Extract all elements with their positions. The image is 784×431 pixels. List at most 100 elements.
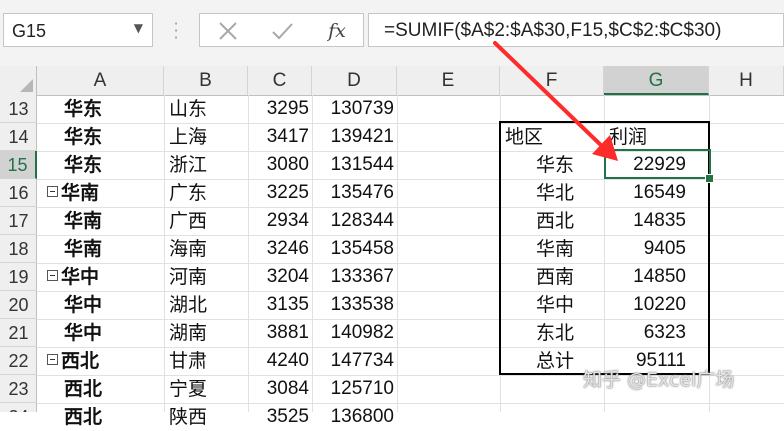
summary-profit-cell[interactable]: 10220 [606,291,686,319]
drag-handle-icon[interactable]: · · · [171,16,181,46]
summary-profit-cell[interactable]: 14835 [606,207,686,235]
cell-d13[interactable]: 130739 [314,95,394,123]
column-header-a[interactable]: A [37,66,164,95]
cell-a17[interactable]: 华南 [64,207,162,235]
summary-region-cell[interactable]: 西南 [500,263,574,291]
row-header-22[interactable]: 22 [0,347,37,375]
summary-region-cell[interactable]: 华北 [500,179,574,207]
cell-d20[interactable]: 133538 [314,291,394,319]
summary-profit-cell[interactable]: 9405 [606,235,686,263]
cell-d21[interactable]: 140982 [314,319,394,347]
cell-a20[interactable]: 华中 [64,291,162,319]
row-header-16[interactable]: 16 [0,179,37,207]
cell-c17[interactable]: 2934 [250,207,309,235]
cell-a23[interactable]: 西北 [64,375,162,403]
cell-c15[interactable]: 3080 [250,151,309,179]
cell-c24[interactable]: 3525 [250,403,309,431]
row-header-24[interactable]: 24 [0,403,37,412]
cell-c20[interactable]: 3135 [250,291,309,319]
cell-c19[interactable]: 3204 [250,263,309,291]
cell-b16[interactable]: 广东 [169,179,247,207]
cell-a19[interactable]: 华中 [61,263,161,291]
cancel-button[interactable] [208,16,248,46]
summary-region-cell[interactable]: 东北 [500,319,574,347]
cell-b19[interactable]: 河南 [169,263,247,291]
cell-c22[interactable]: 4240 [250,347,309,375]
column-header-d[interactable]: D [312,66,397,95]
cell-c13[interactable]: 3295 [250,95,309,123]
cell-a22[interactable]: 西北 [61,347,161,375]
name-box-value[interactable]: G15 [12,21,46,42]
cell-a13[interactable]: 华东 [64,95,162,123]
column-header-g[interactable]: G [604,66,709,95]
cell-b20[interactable]: 湖北 [169,291,247,319]
summary-region-cell[interactable]: 西北 [500,207,574,235]
row-header-column: 13 14 15 16 17 18 19 20 21 22 23 24 [0,95,37,412]
select-all-button[interactable] [0,66,37,95]
row-header-17[interactable]: 17 [0,207,37,235]
cell-b24[interactable]: 陕西 [169,403,247,431]
summary-profit-cell[interactable]: 14850 [606,263,686,291]
cell-c23[interactable]: 3084 [250,375,309,403]
cell-d14[interactable]: 139421 [314,123,394,151]
cell-b17[interactable]: 广西 [169,207,247,235]
row-header-18[interactable]: 18 [0,235,37,263]
row-header-15[interactable]: 15 [0,151,37,179]
fill-handle[interactable] [705,174,714,183]
cell-d17[interactable]: 128344 [314,207,394,235]
cell-c16[interactable]: 3225 [250,179,309,207]
row-header-23[interactable]: 23 [0,375,37,403]
column-header-h[interactable]: H [709,66,784,95]
column-header-e[interactable]: E [397,66,500,95]
column-header-b[interactable]: B [164,66,248,95]
row-header-20[interactable]: 20 [0,291,37,319]
cell-d19[interactable]: 133367 [314,263,394,291]
cell-d23[interactable]: 125710 [314,375,394,403]
row-header-13[interactable]: 13 [0,95,37,123]
row-header-19[interactable]: 19 [0,263,37,291]
row-header-21[interactable]: 21 [0,319,37,347]
row-header-14[interactable]: 14 [0,123,37,151]
formula-text[interactable]: =SUMIF($A$2:$A$30,F15,$C$2:$C$30) [384,20,721,42]
enter-button[interactable] [262,16,302,46]
summary-header-profit[interactable]: 利润 [609,123,707,151]
cell-b18[interactable]: 海南 [169,235,247,263]
cell-b22[interactable]: 甘肃 [169,347,247,375]
cell-c14[interactable]: 3417 [250,123,309,151]
column-header-c[interactable]: C [248,66,312,95]
cell-a24[interactable]: 西北 [64,403,162,431]
insert-function-button[interactable]: fx [317,16,357,46]
cell-b15[interactable]: 浙江 [169,151,247,179]
cell-c21[interactable]: 3881 [250,319,309,347]
collapse-group-icon[interactable] [47,270,58,281]
cell-b14[interactable]: 上海 [169,123,247,151]
cell-a16[interactable]: 华南 [61,179,161,207]
summary-region-cell[interactable]: 华南 [500,235,574,263]
collapse-group-icon[interactable] [47,354,58,365]
collapse-group-icon[interactable] [47,186,58,197]
summary-header-region[interactable]: 地区 [505,123,603,151]
cell-d22[interactable]: 147734 [314,347,394,375]
summary-profit-cell[interactable]: 6323 [606,319,686,347]
cell-a14[interactable]: 华东 [64,123,162,151]
cell-d24[interactable]: 136800 [314,403,394,431]
column-header-f[interactable]: F [500,66,604,95]
cell-a15[interactable]: 华东 [64,151,162,179]
summary-total-label[interactable]: 总计 [500,347,574,375]
name-box[interactable]: G15 ▼ [3,13,153,47]
summary-region-cell[interactable]: 华中 [500,291,574,319]
summary-region-cell[interactable]: 华东 [500,151,574,179]
formula-input[interactable]: =SUMIF($A$2:$A$30,F15,$C$2:$C$30) [368,13,784,47]
cell-b23[interactable]: 宁夏 [169,375,247,403]
summary-profit-cell[interactable]: 16549 [606,179,686,207]
cell-a21[interactable]: 华中 [64,319,162,347]
cell-b13[interactable]: 山东 [169,95,247,123]
cell-d16[interactable]: 135476 [314,179,394,207]
cell-a18[interactable]: 华南 [64,235,162,263]
cell-d18[interactable]: 135458 [314,235,394,263]
cell-c18[interactable]: 3246 [250,235,309,263]
chevron-down-icon[interactable]: ▼ [134,21,143,35]
cell-d15[interactable]: 131544 [314,151,394,179]
cell-b21[interactable]: 湖南 [169,319,247,347]
active-cell-outline[interactable] [604,149,711,179]
